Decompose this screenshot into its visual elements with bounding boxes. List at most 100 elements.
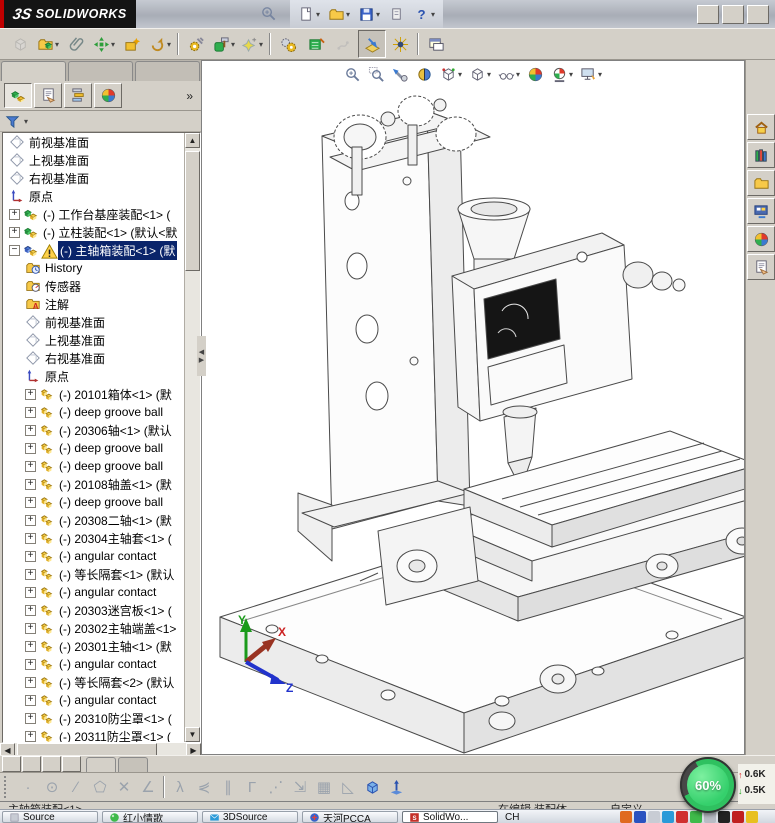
document-window-button[interactable]: [646, 67, 664, 82]
document-tab[interactable]: [86, 757, 116, 773]
tab-nav-button[interactable]: [62, 756, 81, 772]
expand-toggle[interactable]: +: [25, 388, 36, 400]
expand-toggle[interactable]: +: [25, 442, 36, 454]
expand-toggle[interactable]: +: [25, 478, 36, 490]
tab-nav-button[interactable]: [2, 756, 21, 772]
tree-item[interactable]: A 注解: [3, 295, 185, 313]
view-toolbar-button[interactable]: ▾: [390, 65, 411, 84]
expand-toggle[interactable]: +: [25, 460, 36, 472]
tree-item[interactable]: + (-) deep groove ball: [3, 403, 185, 421]
view-toolbar-button[interactable]: ▾: [366, 65, 387, 84]
tree-item[interactable]: + (-) 20310防尘罩<1> (: [3, 709, 185, 727]
taskbar-app-button[interactable]: 红小情歌: [102, 811, 198, 823]
tree-item[interactable]: + (-) 立柱装配<1> (默认<默: [3, 223, 185, 241]
chevron-down-icon[interactable]: ▾: [431, 10, 435, 19]
sketch-tool-button[interactable]: ✕: [112, 778, 136, 796]
assembly-toolbar-button[interactable]: ▾: [62, 30, 90, 58]
tree-item[interactable]: + (-) 等长隔套<1> (默认: [3, 565, 185, 583]
expand-toggle[interactable]: +: [25, 514, 36, 526]
expand-panel-chevron[interactable]: »: [186, 89, 197, 103]
chevron-down-icon[interactable]: ▾: [24, 117, 28, 126]
document-window-button[interactable]: [718, 67, 736, 82]
tray-icon[interactable]: [620, 811, 632, 823]
expand-toggle[interactable]: +: [25, 640, 36, 652]
tray-icon[interactable]: [676, 811, 688, 823]
sketch-tool-button[interactable]: ∥: [216, 778, 240, 796]
task-pane-button[interactable]: [747, 226, 775, 252]
expand-toggle[interactable]: +: [9, 226, 20, 238]
feature-manager-tab-button[interactable]: [34, 83, 62, 108]
chevron-down-icon[interactable]: ▾: [316, 10, 320, 19]
tray-icon[interactable]: [690, 811, 702, 823]
tray-icon[interactable]: [634, 811, 646, 823]
tab-nav-button[interactable]: [42, 756, 61, 772]
assembly-toolbar-button[interactable]: ▾: [422, 30, 450, 58]
tree-item[interactable]: + (-) deep groove ball: [3, 457, 185, 475]
view-toolbar-button[interactable]: ▾: [525, 65, 546, 84]
tree-item[interactable]: 原点: [3, 367, 185, 385]
language-indicator[interactable]: CH: [500, 812, 524, 823]
tree-item[interactable]: + (-) 20308二轴<1> (默: [3, 511, 185, 529]
assembly-toolbar-button[interactable]: ▾: [386, 30, 414, 58]
command-tab[interactable]: [135, 61, 200, 81]
tree-item[interactable]: 右视基准面: [3, 349, 185, 367]
command-tab[interactable]: [1, 61, 66, 81]
view-toolbar-button[interactable]: ▾: [467, 65, 493, 84]
tree-item[interactable]: + (-) 20306轴<1> (默认: [3, 421, 185, 439]
quick-access-button[interactable]: ▾: [325, 4, 353, 25]
task-pane-button[interactable]: [747, 142, 775, 168]
tray-icon[interactable]: [746, 811, 758, 823]
assembly-toolbar-button[interactable]: ▾: [358, 30, 386, 58]
view-toolbar-button[interactable]: ▾: [496, 65, 522, 84]
tray-icon[interactable]: [732, 811, 744, 823]
expand-toggle[interactable]: +: [25, 622, 36, 634]
toolbar-grip[interactable]: [4, 776, 10, 798]
assembly-toolbar-button[interactable]: ▾: [118, 30, 146, 58]
assembly-toolbar-button[interactable]: ▾: [146, 30, 174, 58]
tree-item[interactable]: + (-) 20302主轴端盖<1>: [3, 619, 185, 637]
tree-item[interactable]: + (-) 工作台基座装配<1> (: [3, 205, 185, 223]
tree-item[interactable]: + (-) angular contact: [3, 691, 185, 709]
chevron-down-icon[interactable]: ▾: [55, 40, 59, 49]
graphics-viewport[interactable]: ▾ ▾ ▾ ▾ ▾ ▾ ▾: [201, 60, 745, 755]
expand-toggle[interactable]: +: [25, 532, 36, 544]
assembly-toolbar-button[interactable]: ▾: [210, 30, 238, 58]
feature-manager-tab-button[interactable]: [64, 83, 92, 108]
tree-item[interactable]: History: [3, 259, 185, 277]
tree-item[interactable]: 前视基准面: [3, 313, 185, 331]
expand-toggle[interactable]: −: [9, 244, 20, 256]
chevron-down-icon[interactable]: ▾: [598, 70, 602, 79]
quick-access-button[interactable]: ? ▾: [410, 4, 438, 25]
sketch-tool-button[interactable]: [360, 779, 384, 796]
chevron-down-icon[interactable]: ▾: [259, 40, 263, 49]
chevron-down-icon[interactable]: ▾: [376, 10, 380, 19]
tree-item[interactable]: 右视基准面: [3, 169, 185, 187]
expand-toggle[interactable]: +: [25, 496, 36, 508]
sketch-tool-button[interactable]: ∕: [64, 779, 88, 796]
sketch-tool-button[interactable]: Γ: [240, 779, 264, 796]
sketch-tool-button[interactable]: ⇲: [288, 778, 312, 796]
expand-toggle[interactable]: +: [25, 694, 36, 706]
taskbar-app-button[interactable]: 3DSource: [202, 811, 298, 823]
view-toolbar-button[interactable]: ▾: [578, 65, 604, 84]
filter-funnel-icon[interactable]: [4, 113, 21, 130]
chevron-down-icon[interactable]: ▾: [346, 10, 350, 19]
expand-toggle[interactable]: +: [25, 658, 36, 670]
expand-toggle[interactable]: +: [25, 424, 36, 436]
search-icon[interactable]: [260, 5, 278, 23]
expand-toggle[interactable]: +: [25, 586, 36, 598]
expand-toggle[interactable]: +: [25, 604, 36, 616]
quick-access-button[interactable]: ▾: [385, 4, 408, 25]
view-toolbar-button[interactable]: ▾: [342, 65, 363, 84]
view-toolbar-button[interactable]: ▾: [549, 65, 575, 84]
feature-manager-tab-button[interactable]: [4, 83, 32, 108]
feature-manager-tab-button[interactable]: [94, 83, 122, 108]
document-window-button[interactable]: [694, 67, 712, 82]
tree-item[interactable]: + (-) angular contact: [3, 583, 185, 601]
task-pane-button[interactable]: [747, 198, 775, 224]
sketch-tool-button[interactable]: λ: [168, 779, 192, 796]
tree-item[interactable]: 上视基准面: [3, 151, 185, 169]
sketch-tool-button[interactable]: ⋰: [264, 778, 288, 796]
chevron-down-icon[interactable]: ▾: [167, 40, 171, 49]
chevron-down-icon[interactable]: ▾: [111, 40, 115, 49]
